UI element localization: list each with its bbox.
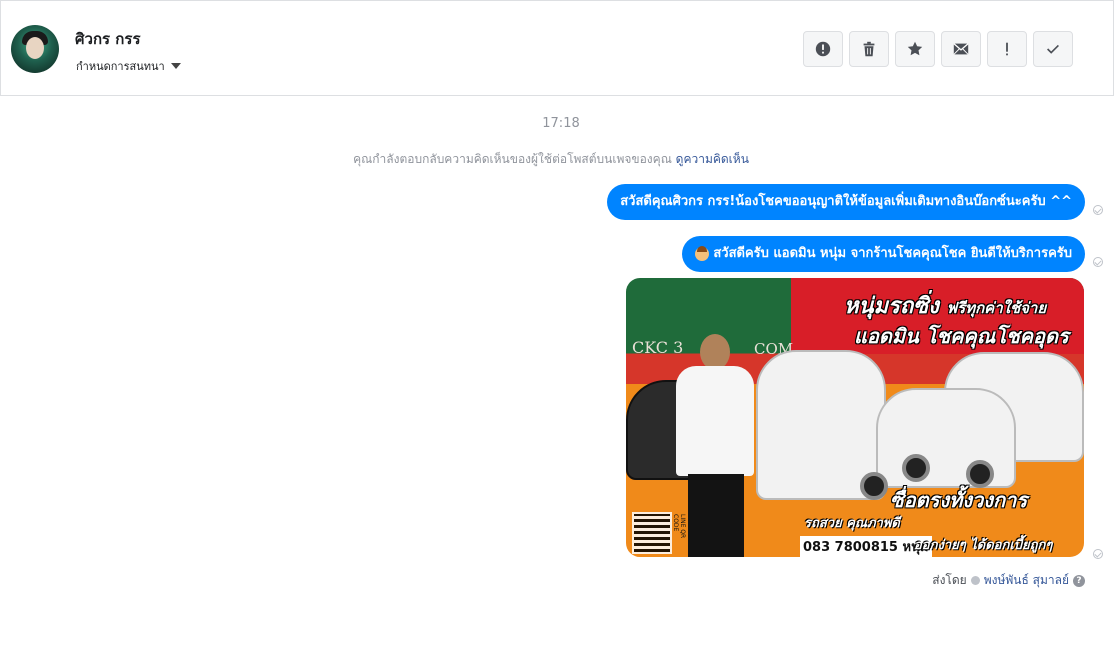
mark-spam-button[interactable] [803, 31, 843, 67]
person-head [700, 334, 730, 370]
contact-avatar[interactable] [11, 25, 59, 73]
man-emoji-icon [695, 246, 710, 261]
message-bubble[interactable]: สวัสดีครับ แอดมิน หนุ่ม จากร้านโชคคุณโชค… [682, 236, 1085, 272]
car-graphic [876, 388, 1016, 488]
seen-check-icon [1093, 549, 1103, 559]
ad-headline: หนุ่มรถซิ่ง ฟรีทุกค่าใช้จ่าย [844, 288, 1046, 323]
assign-label: กำหนดการสนทนา [76, 60, 165, 73]
message-timestamp: 17:18 [542, 116, 580, 131]
avatar-face [26, 37, 44, 59]
follow-up-button[interactable] [987, 31, 1027, 67]
envelope-icon [953, 43, 969, 55]
conversation-header: ศิวกร กรร กำหนดการสนทนา [0, 0, 1114, 96]
reply-note-text: คุณกำลังตอบกลับความคิดเห็นของผู้ใช้ต่อโพ… [353, 152, 672, 166]
message-text: สวัสดีครับ แอดมิน หนุ่ม จากร้านโชคคุณโชค… [713, 246, 1072, 261]
mark-done-button[interactable] [1033, 31, 1073, 67]
ad-headline-small: ฟรีทุกค่าใช้จ่าย [946, 299, 1047, 317]
check-icon [1047, 44, 1059, 54]
mark-unread-button[interactable] [941, 31, 981, 67]
ad-phone: 083 7800815 หนุ่ม [800, 536, 932, 557]
star-button[interactable] [895, 31, 935, 67]
reply-context-note: คุณกำลังตอบกลับความคิดเห็นของผู้ใช้ต่อโพ… [0, 150, 1102, 169]
conversation-toolbar [803, 31, 1073, 67]
sent-by-line: ส่งโดย พงษ์พันธ์ สุมาลย์ ? [932, 571, 1085, 590]
seen-check-icon [1093, 257, 1103, 267]
ad-slogan: ออกง่ายๆ ได้ดอกเบี้ยถูกๆ [914, 538, 1053, 553]
qr-code-icon [632, 512, 672, 554]
seen-check-icon [1093, 205, 1103, 215]
person-pants [688, 474, 744, 557]
star-icon [907, 41, 923, 56]
sent-by-label: ส่งโดย [932, 573, 967, 587]
ad-headline-text: หนุ่มรถซิ่ง [844, 294, 939, 319]
trash-icon [863, 41, 875, 57]
ad-tagline: ซื่อตรงทั้งวงการ [890, 488, 1028, 512]
ad-quality: รถสวย คุณภาพดี [804, 516, 900, 531]
exclamation-icon [1006, 42, 1008, 56]
assign-conversation-dropdown[interactable]: กำหนดการสนทนา [76, 57, 181, 75]
contact-name[interactable]: ศิวกร กรร [75, 27, 141, 51]
delete-button[interactable] [849, 31, 889, 67]
wheel-graphic [860, 472, 888, 500]
view-comment-link[interactable]: ดูความคิดเห็น [676, 152, 749, 166]
ad-subheadline: แอดมิน โชคคุณโชคอุดร [854, 324, 1069, 348]
help-icon[interactable]: ? [1073, 574, 1085, 587]
wheel-graphic [902, 454, 930, 482]
ad-image-attachment[interactable]: CKC 3 COM หนุ่มรถซิ่ง ฟรีทุกค่าใช้จ่าย แ… [626, 278, 1084, 557]
person-shirt [676, 366, 754, 476]
sender-name-link[interactable]: พงษ์พันธ์ สุมาลย์ [984, 571, 1069, 590]
caret-down-icon [170, 63, 181, 69]
qr-caption: LINE QR CODE [672, 514, 686, 539]
message-bubble[interactable]: สวัสดีคุณศิวกร กรร!น้องโชคขออนุญาติให้ข้… [607, 184, 1085, 220]
alert-circle-icon [815, 41, 831, 57]
verified-icon [970, 576, 980, 585]
